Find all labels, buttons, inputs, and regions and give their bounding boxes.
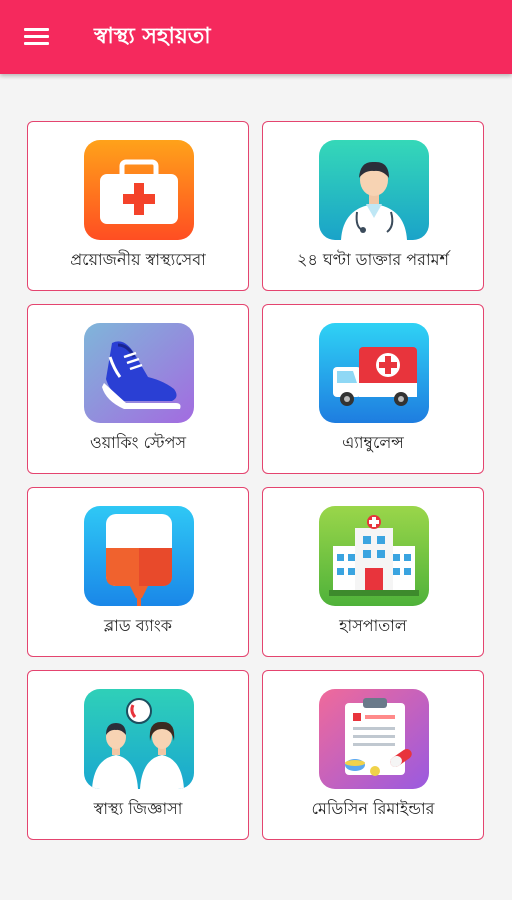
tile-label: স্বাস্থ্য জিজ্ঞাসা bbox=[93, 799, 183, 818]
tile-hospital[interactable]: হাসপাতাল bbox=[262, 487, 484, 657]
tile-label: ব্লাড ব্যাংক bbox=[104, 616, 172, 635]
tile-walking-steps[interactable]: ওয়াকিং স্টেপস bbox=[27, 304, 249, 474]
tile-label: প্রয়োজনীয় স্বাস্থ্যসেবা bbox=[70, 250, 206, 269]
tile-health-inquiry[interactable]: স্বাস্থ্য জিজ্ঞাসা bbox=[27, 670, 249, 840]
tile-blood-bank[interactable]: ব্লাড ব্যাংক bbox=[27, 487, 249, 657]
tile-essential-health-services[interactable]: প্রয়োজনীয় স্বাস্থ্যসেবা bbox=[27, 121, 249, 291]
app-bar: স্বাস্থ্য সহায়তা bbox=[0, 0, 512, 74]
blood-bag-icon bbox=[84, 506, 194, 606]
tile-label: এ্যাম্বুলেন্স bbox=[342, 433, 404, 452]
first-aid-kit-icon bbox=[84, 140, 194, 240]
hospital-icon bbox=[319, 506, 429, 606]
tile-label: মেডিসিন রিমাইন্ডার bbox=[311, 799, 435, 818]
tile-label: ওয়াকিং স্টেপস bbox=[89, 433, 187, 452]
ambulance-icon bbox=[319, 323, 429, 423]
medicine-reminder-icon bbox=[319, 689, 429, 789]
tile-24h-doctor-consultation[interactable]: ২৪ ঘণ্টা ডাক্তার পরামর্শ bbox=[262, 121, 484, 291]
tile-medicine-reminder[interactable]: মেডিসিন রিমাইন্ডার bbox=[262, 670, 484, 840]
health-inquiry-icon bbox=[84, 689, 194, 789]
hamburger-menu-icon[interactable] bbox=[24, 28, 49, 46]
tile-label: ২৪ ঘণ্টা ডাক্তার পরামর্শ bbox=[297, 250, 449, 269]
app-title: স্বাস্থ্য সহায়তা bbox=[94, 24, 211, 49]
doctor-icon bbox=[319, 140, 429, 240]
tile-ambulance[interactable]: এ্যাম্বুলেন্স bbox=[262, 304, 484, 474]
tile-label: হাসপাতাল bbox=[339, 616, 407, 635]
sneaker-icon bbox=[84, 323, 194, 423]
